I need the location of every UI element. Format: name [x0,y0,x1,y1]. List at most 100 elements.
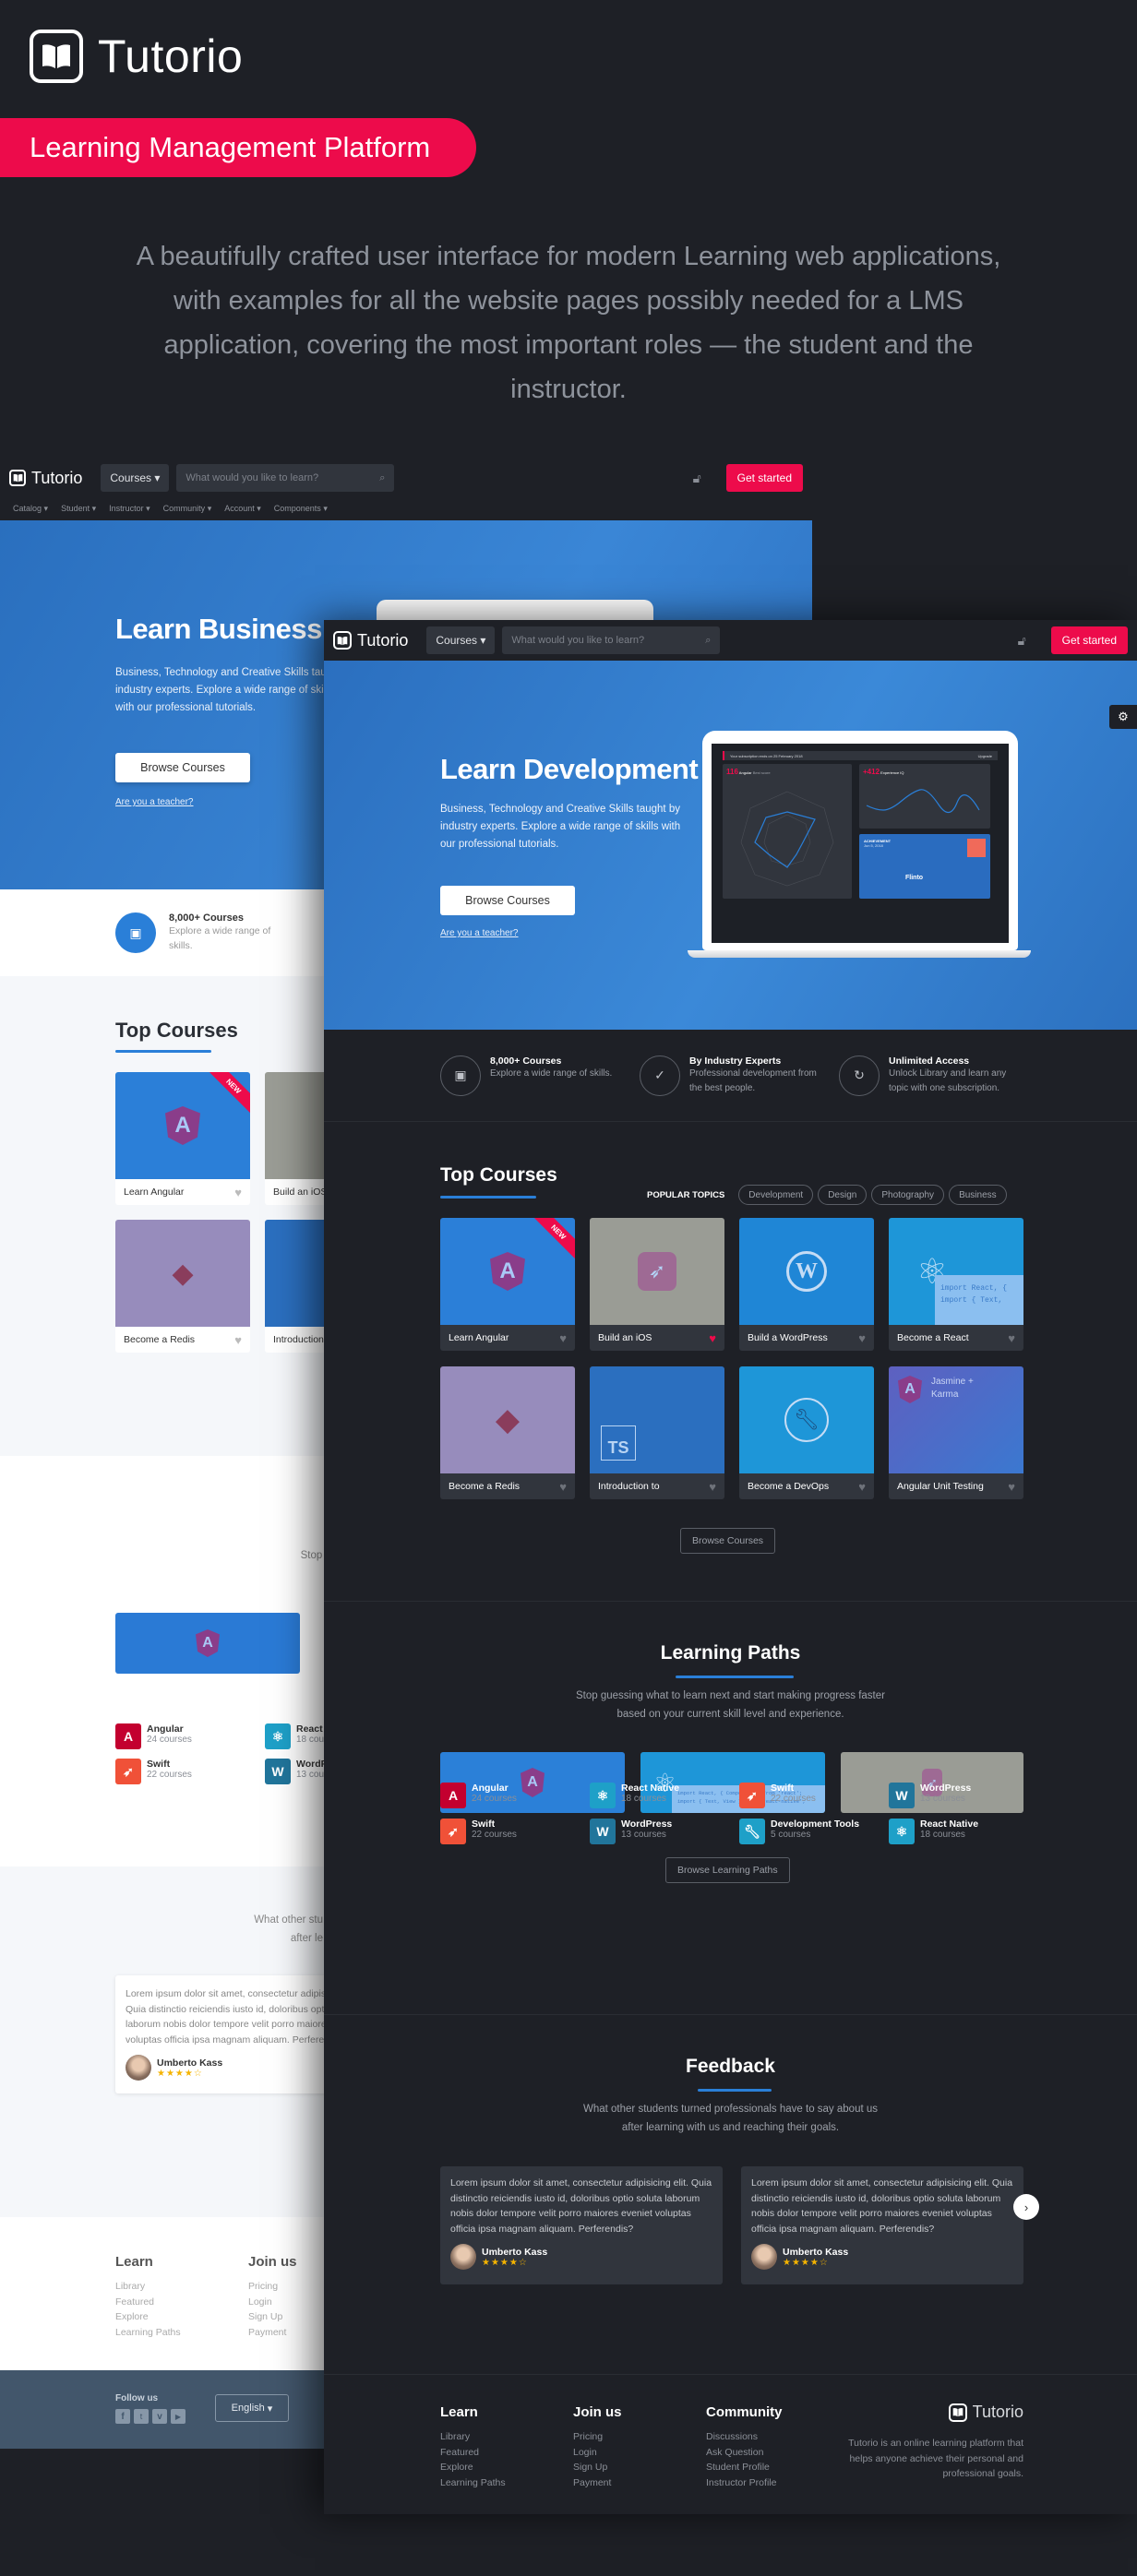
path-item[interactable]: W WordPress 13 courses [590,1819,672,1844]
footer-link[interactable]: Learning Paths [440,2475,506,2491]
course-card[interactable]: ⚛ import React, {import { Text, Become a… [889,1218,1023,1351]
topic-chip[interactable]: Development [738,1185,814,1205]
footer-link[interactable]: Student Profile [706,2460,783,2475]
code-snippet: import React, {import { Text, [935,1275,1023,1325]
youtube-icon[interactable]: ▶ [171,2409,186,2424]
heart-icon[interactable]: ♥ [559,1480,567,1494]
footer-link[interactable]: Pricing [573,2429,622,2445]
course-card[interactable]: ◆ Become a Redis ♥ [440,1366,575,1499]
subnav-community[interactable]: Community ▾ [163,504,212,514]
heart-icon[interactable]: ♥ [858,1480,866,1494]
vimeo-icon[interactable]: v [152,2409,167,2424]
xp-card: +412 Experience IQ [859,764,990,829]
heart-icon[interactable]: ♥ [559,1331,567,1345]
subnav-catalog[interactable]: Catalog ▾ [13,504,48,514]
learning-paths-section: Learning Paths Stop guessing what to lea… [324,1602,1137,2015]
lock-icon[interactable]: 🔓︎ [1018,633,1031,648]
footer-link[interactable]: Instructor Profile [706,2475,783,2491]
footer-link[interactable]: Login [573,2445,622,2461]
browse-learning-paths-button[interactable]: Browse Learning Paths [665,1857,790,1883]
browse-courses-button[interactable]: Browse Courses [440,886,575,915]
search-input[interactable]: What would you like to learn? ⌕ [176,464,395,492]
path-name: Swift [472,1819,496,1830]
footer-link[interactable]: Payment [573,2475,622,2491]
teacher-link[interactable]: Are you a teacher? [440,928,519,938]
path-item[interactable]: W WordPress 13 courses [889,1783,971,1808]
path-banner[interactable]: A [115,1613,300,1674]
wordpress-icon: W [265,1759,291,1784]
heart-icon-filled[interactable]: ♥ [709,1331,716,1345]
course-stack-icon: ▣ [115,912,156,953]
browse-courses-button[interactable]: Browse Courses [680,1528,776,1554]
language-select[interactable]: English ▾ [215,2394,289,2422]
path-item[interactable]: 🔧︎ Development Tools 5 courses [739,1819,859,1844]
teacher-link[interactable]: Are you a teacher? [115,797,194,807]
footer-logo[interactable]: Tutorio [948,2403,1023,2422]
footer-link[interactable]: Ask Question [706,2445,783,2461]
footer-link[interactable]: Featured [440,2445,506,2461]
get-started-button[interactable]: Get started [1050,626,1128,654]
subnav-student[interactable]: Student ▾ [61,504,96,514]
subnav-components[interactable]: Components ▾ [274,504,328,514]
nav-logo[interactable]: Tutorio [333,631,408,650]
course-card[interactable]: TS Introduction to ♥ [590,1366,724,1499]
lock-icon[interactable]: 🔓︎ [693,471,706,485]
footer-link[interactable]: Sign Up [248,2309,297,2325]
footer-link[interactable]: Pricing [248,2279,297,2295]
next-arrow-button[interactable]: › [1013,2194,1039,2220]
heart-icon[interactable]: ♥ [1008,1480,1015,1494]
footer-link[interactable]: Discussions [706,2429,783,2445]
get-started-button[interactable]: Get started [725,464,803,492]
footer-link[interactable]: Payment [248,2325,297,2341]
footer-link[interactable]: Featured [115,2295,181,2310]
footer-link[interactable]: Sign Up [573,2460,622,2475]
course-card[interactable]: A Jasmine + Karma Angular Unit Testing ♥ [889,1366,1023,1499]
course-card[interactable]: W Build a WordPress ♥ [739,1218,874,1351]
gear-icon[interactable]: ⚙ [1109,705,1137,729]
path-item[interactable]: A Angular 24 courses [440,1783,517,1808]
course-title: Learn Angular [124,1187,185,1198]
path-item[interactable]: ⚛ React Native18 courses [590,1783,679,1808]
nav-logo[interactable]: Tutorio [9,469,82,488]
courses-label: Courses [436,634,478,647]
footer-link[interactable]: Explore [440,2460,506,2475]
radar-chart [740,791,834,887]
subnav-instructor[interactable]: Instructor ▾ [109,504,150,514]
path-item[interactable]: ➶ Swift 22 courses [115,1759,192,1784]
heart-icon[interactable]: ♥ [1008,1331,1015,1345]
topic-chip[interactable]: Business [949,1185,1007,1205]
subnav-account[interactable]: Account ▾ [224,504,261,514]
path-item[interactable]: ➶ Swift 22 courses [440,1819,517,1844]
path-item[interactable]: ➶ Swift 22 courses [739,1783,816,1808]
course-title: Introduction to [598,1481,660,1492]
courses-dropdown[interactable]: Courses ▾ [426,626,496,654]
laptop-base [688,950,1031,958]
footer-link[interactable]: Explore [115,2309,181,2325]
heart-icon[interactable]: ♥ [234,1186,242,1199]
course-card[interactable]: ➶ Build an iOS ♥ [590,1218,724,1351]
topic-chip[interactable]: Design [818,1185,868,1205]
wordpress-icon: W [889,1783,915,1808]
course-card[interactable]: NEW A Learn Angular ♥ [440,1218,575,1351]
course-card[interactable]: ◆ Become a Redis ♥ [115,1220,250,1353]
heart-icon[interactable]: ♥ [234,1333,242,1347]
course-card[interactable]: NEW A Learn Angular ♥ [115,1072,250,1205]
twitter-icon[interactable]: t [134,2409,149,2424]
facebook-icon[interactable]: f [115,2409,130,2424]
footer-link[interactable]: Library [115,2279,181,2295]
browse-courses-button[interactable]: Browse Courses [115,753,250,782]
topic-chip[interactable]: Photography [871,1185,945,1205]
footer-link[interactable]: Learning Paths [115,2325,181,2341]
path-item[interactable]: A Angular 24 courses [115,1723,192,1749]
testimonial-card: Lorem ipsum dolor sit amet, consectetur … [741,2166,1023,2284]
angular-logo-icon: A [521,1768,545,1797]
swift-icon: ➶ [739,1783,765,1808]
footer-link[interactable]: Login [248,2295,297,2310]
search-input[interactable]: What would you like to learn? ⌕ [502,626,721,654]
course-card[interactable]: 🔧︎ Become a DevOps ♥ [739,1366,874,1499]
heart-icon[interactable]: ♥ [709,1480,716,1494]
heart-icon[interactable]: ♥ [858,1331,866,1345]
footer-link[interactable]: Library [440,2429,506,2445]
courses-dropdown[interactable]: Courses ▾ [101,464,170,492]
path-item[interactable]: ⚛ React Native18 courses [889,1819,978,1844]
